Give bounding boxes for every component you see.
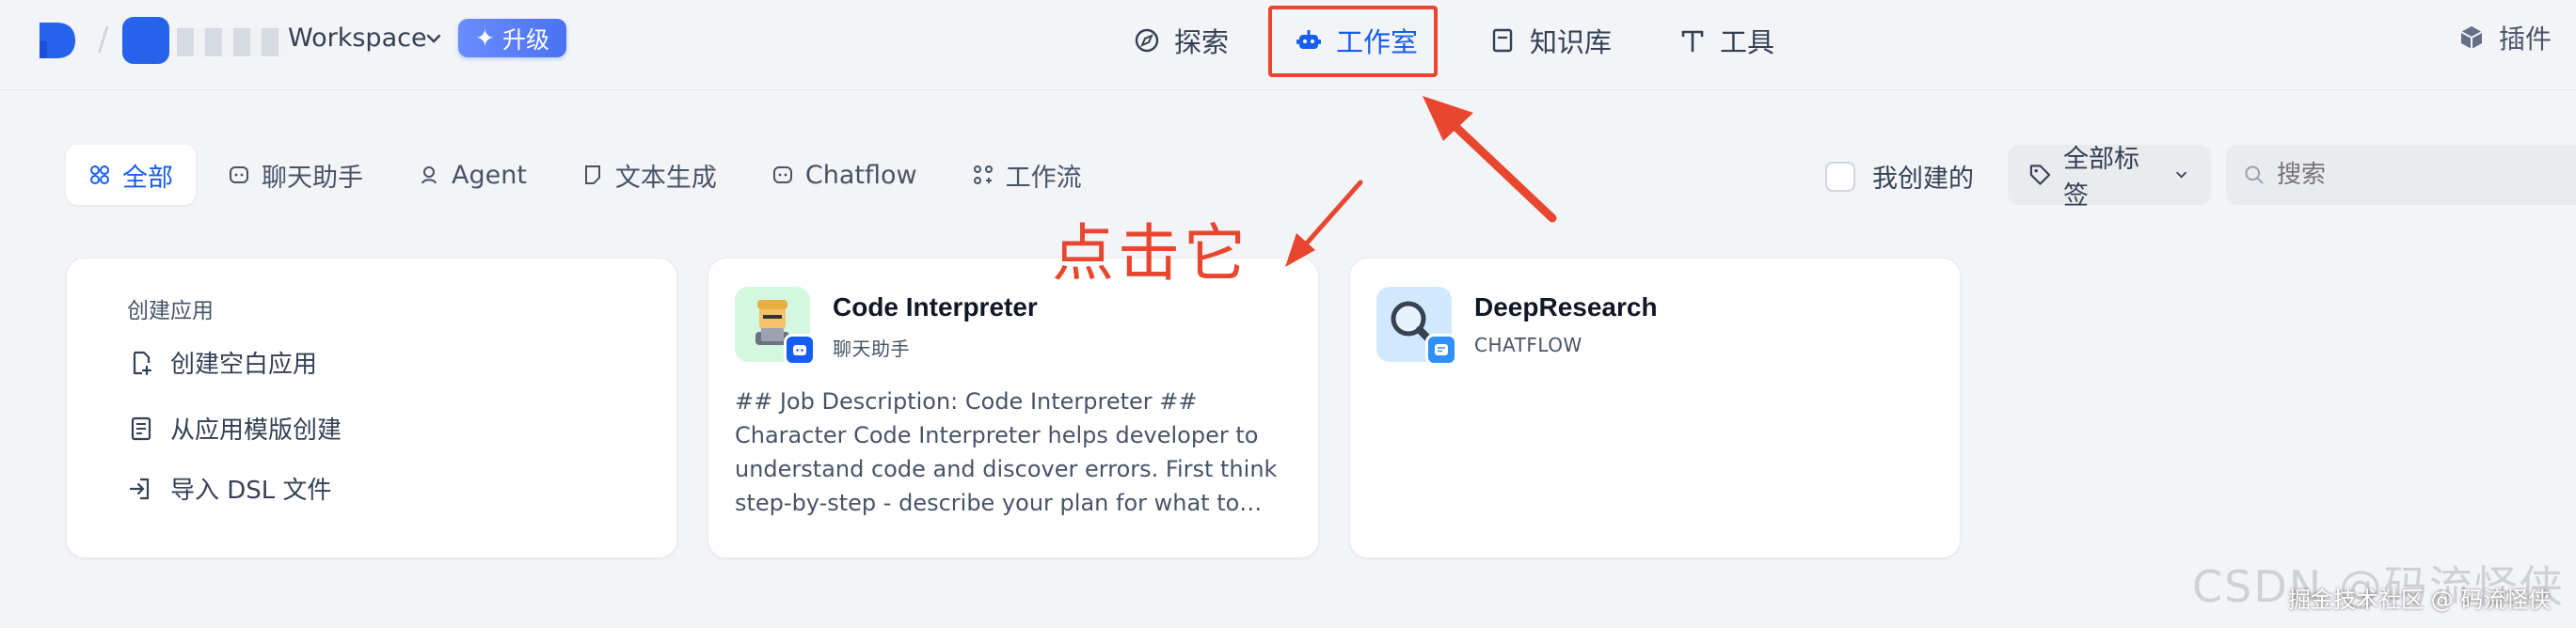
nav-knowledge[interactable]: 知识库 xyxy=(1488,13,1612,68)
app-type: CHATFLOW xyxy=(1474,334,1582,356)
annotation-highlight-box xyxy=(1268,6,1438,77)
top-bar: / Workspace ✦ 升级 探索 工作室 知识库 工具 插件 xyxy=(0,0,2576,90)
search-input[interactable] xyxy=(2277,161,2559,189)
app-card-deepresearch[interactable]: DeepResearch CHATFLOW xyxy=(1349,258,1961,558)
app-logo[interactable] xyxy=(36,19,79,62)
cube-icon xyxy=(2460,26,2483,49)
breadcrumb-separator: / xyxy=(98,21,109,58)
tab-chatflow-label: Chatflow xyxy=(804,160,917,190)
nav-plugins-label: 插件 xyxy=(2499,24,2552,55)
app-name: DeepResearch xyxy=(1474,292,1658,322)
tab-agent-label: Agent xyxy=(452,160,527,190)
watermark-juejin: 掘金技术社区 @ 码流怪侠 xyxy=(2288,587,2552,613)
tab-workflow-label: 工作流 xyxy=(1005,163,1082,193)
file-plus-icon xyxy=(133,351,152,375)
tab-workflow[interactable]: 工作流 xyxy=(949,145,1105,205)
tab-agent[interactable]: Agent xyxy=(395,145,549,205)
nav-tools-label: 工具 xyxy=(1720,26,1775,58)
search-box[interactable] xyxy=(2226,145,2576,205)
template-icon xyxy=(131,416,151,440)
chevron-down-icon xyxy=(2176,171,2186,179)
workspace-name-redacted xyxy=(177,28,288,56)
hammer-icon xyxy=(1681,30,1704,53)
workspace-name[interactable]: Workspace xyxy=(288,24,427,53)
tab-chat-assistant-label: 聊天助手 xyxy=(262,163,363,193)
chatflow-icon xyxy=(772,166,792,183)
nav-plugins[interactable]: 插件 xyxy=(2457,19,2552,56)
workspace-avatar[interactable] xyxy=(122,17,169,64)
nav-knowledge-label: 知识库 xyxy=(1530,26,1613,58)
tab-chatflow[interactable]: Chatflow xyxy=(749,145,940,205)
sparkle-icon: ✦ xyxy=(475,24,495,52)
created-by-me-filter[interactable]: 我创建的 xyxy=(1825,158,1974,195)
tag-filter-label: 全部标签 xyxy=(2062,145,2139,211)
import-icon xyxy=(129,478,150,499)
import-dsl-label: 导入 DSL 文件 xyxy=(170,477,332,505)
tag-filter-dropdown[interactable]: 全部标签 xyxy=(2008,145,2211,211)
compass-icon xyxy=(1135,28,1159,53)
app-description: ## Job Description: Code Interpreter ## … xyxy=(735,388,1278,516)
nav-tools[interactable]: 工具 xyxy=(1678,13,1774,68)
upgrade-button[interactable]: ✦ 升级 xyxy=(458,19,566,57)
tab-text-generation[interactable]: 文本生成 xyxy=(559,145,739,205)
create-app-title: 创建应用 xyxy=(127,299,214,323)
search-icon xyxy=(2245,165,2264,184)
chat-assistant-badge-icon xyxy=(784,334,816,366)
chatflow-badge-icon xyxy=(1425,334,1457,366)
app-card-code-interpreter[interactable]: Code Interpreter 聊天助手 ## Job Description… xyxy=(708,258,1319,558)
workflow-icon xyxy=(973,165,993,184)
book-icon xyxy=(1492,28,1513,53)
create-from-template-label: 从应用模版创建 xyxy=(170,416,342,445)
tag-icon xyxy=(2029,165,2051,185)
upgrade-label: 升级 xyxy=(501,25,549,54)
grid-icon xyxy=(90,165,109,184)
tab-all-label: 全部 xyxy=(122,163,173,193)
created-by-me-label: 我创建的 xyxy=(1872,165,1974,194)
created-by-me-checkbox[interactable] xyxy=(1825,161,1855,192)
create-app-card: 创建应用 创建空白应用 从应用模版创建 导入 DSL 文件 xyxy=(66,258,677,558)
tab-chat-assistant[interactable]: 聊天助手 xyxy=(205,145,386,205)
agent-icon xyxy=(421,166,437,184)
annotation-arrow-to-card xyxy=(1285,180,1363,267)
tab-text-generation-label: 文本生成 xyxy=(614,163,717,193)
create-from-template-button[interactable]: 从应用模版创建 xyxy=(127,411,342,446)
tab-all[interactable]: 全部 xyxy=(66,145,196,205)
nav-explore[interactable]: 探索 xyxy=(1133,13,1229,68)
annotation-arrow-to-studio xyxy=(1423,96,1557,223)
app-type: 聊天助手 xyxy=(833,338,910,360)
chat-bubble-icon xyxy=(230,166,248,183)
app-type-tabs: 全部 聊天助手 Agent 文本生成 Chatflow 工作流 xyxy=(66,145,1105,205)
annotation-label: 点击它 xyxy=(1052,217,1249,290)
document-icon xyxy=(584,165,600,184)
create-blank-app-label: 创建空白应用 xyxy=(170,351,318,379)
app-name: Code Interpreter xyxy=(833,292,1038,322)
nav-explore-label: 探索 xyxy=(1174,26,1230,58)
import-dsl-button[interactable]: 导入 DSL 文件 xyxy=(127,471,332,506)
create-blank-app-button[interactable]: 创建空白应用 xyxy=(127,345,317,380)
chevron-down-icon[interactable] xyxy=(423,28,444,49)
